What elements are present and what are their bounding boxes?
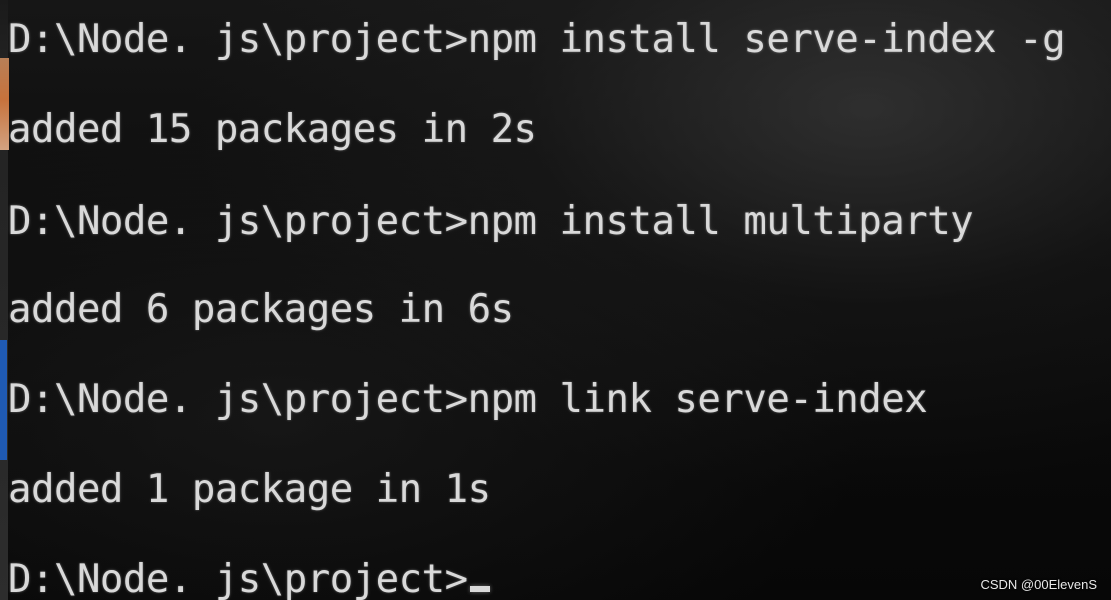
background-window-edge-blue [0, 340, 7, 460]
output-line-added-6-packages: added 6 packages in 6s [8, 287, 514, 332]
command-line-install-serve-index: D:\Node. js\project>npm install serve-in… [8, 17, 1066, 62]
watermark: CSDN @00ElevenS [980, 577, 1097, 592]
current-prompt-line[interactable]: D:\Node. js\project> [8, 560, 490, 599]
text-cursor [469, 586, 490, 592]
command-line-install-multiparty: D:\Node. js\project>npm install multipar… [8, 199, 974, 244]
command-prompt-window[interactable]: D:\Node. js\project>npm install serve-in… [8, 6, 1111, 600]
output-line-added-15-packages: added 15 packages in 2s [8, 107, 537, 152]
command-line-link-serve-index: D:\Node. js\project>npm link serve-index [8, 377, 928, 422]
photographed-monitor: D:\Node. js\project>npm install serve-in… [0, 0, 1111, 600]
prompt-text: D:\Node. js\project> [8, 557, 468, 600]
output-line-added-1-package: added 1 package in 1s [8, 467, 491, 512]
